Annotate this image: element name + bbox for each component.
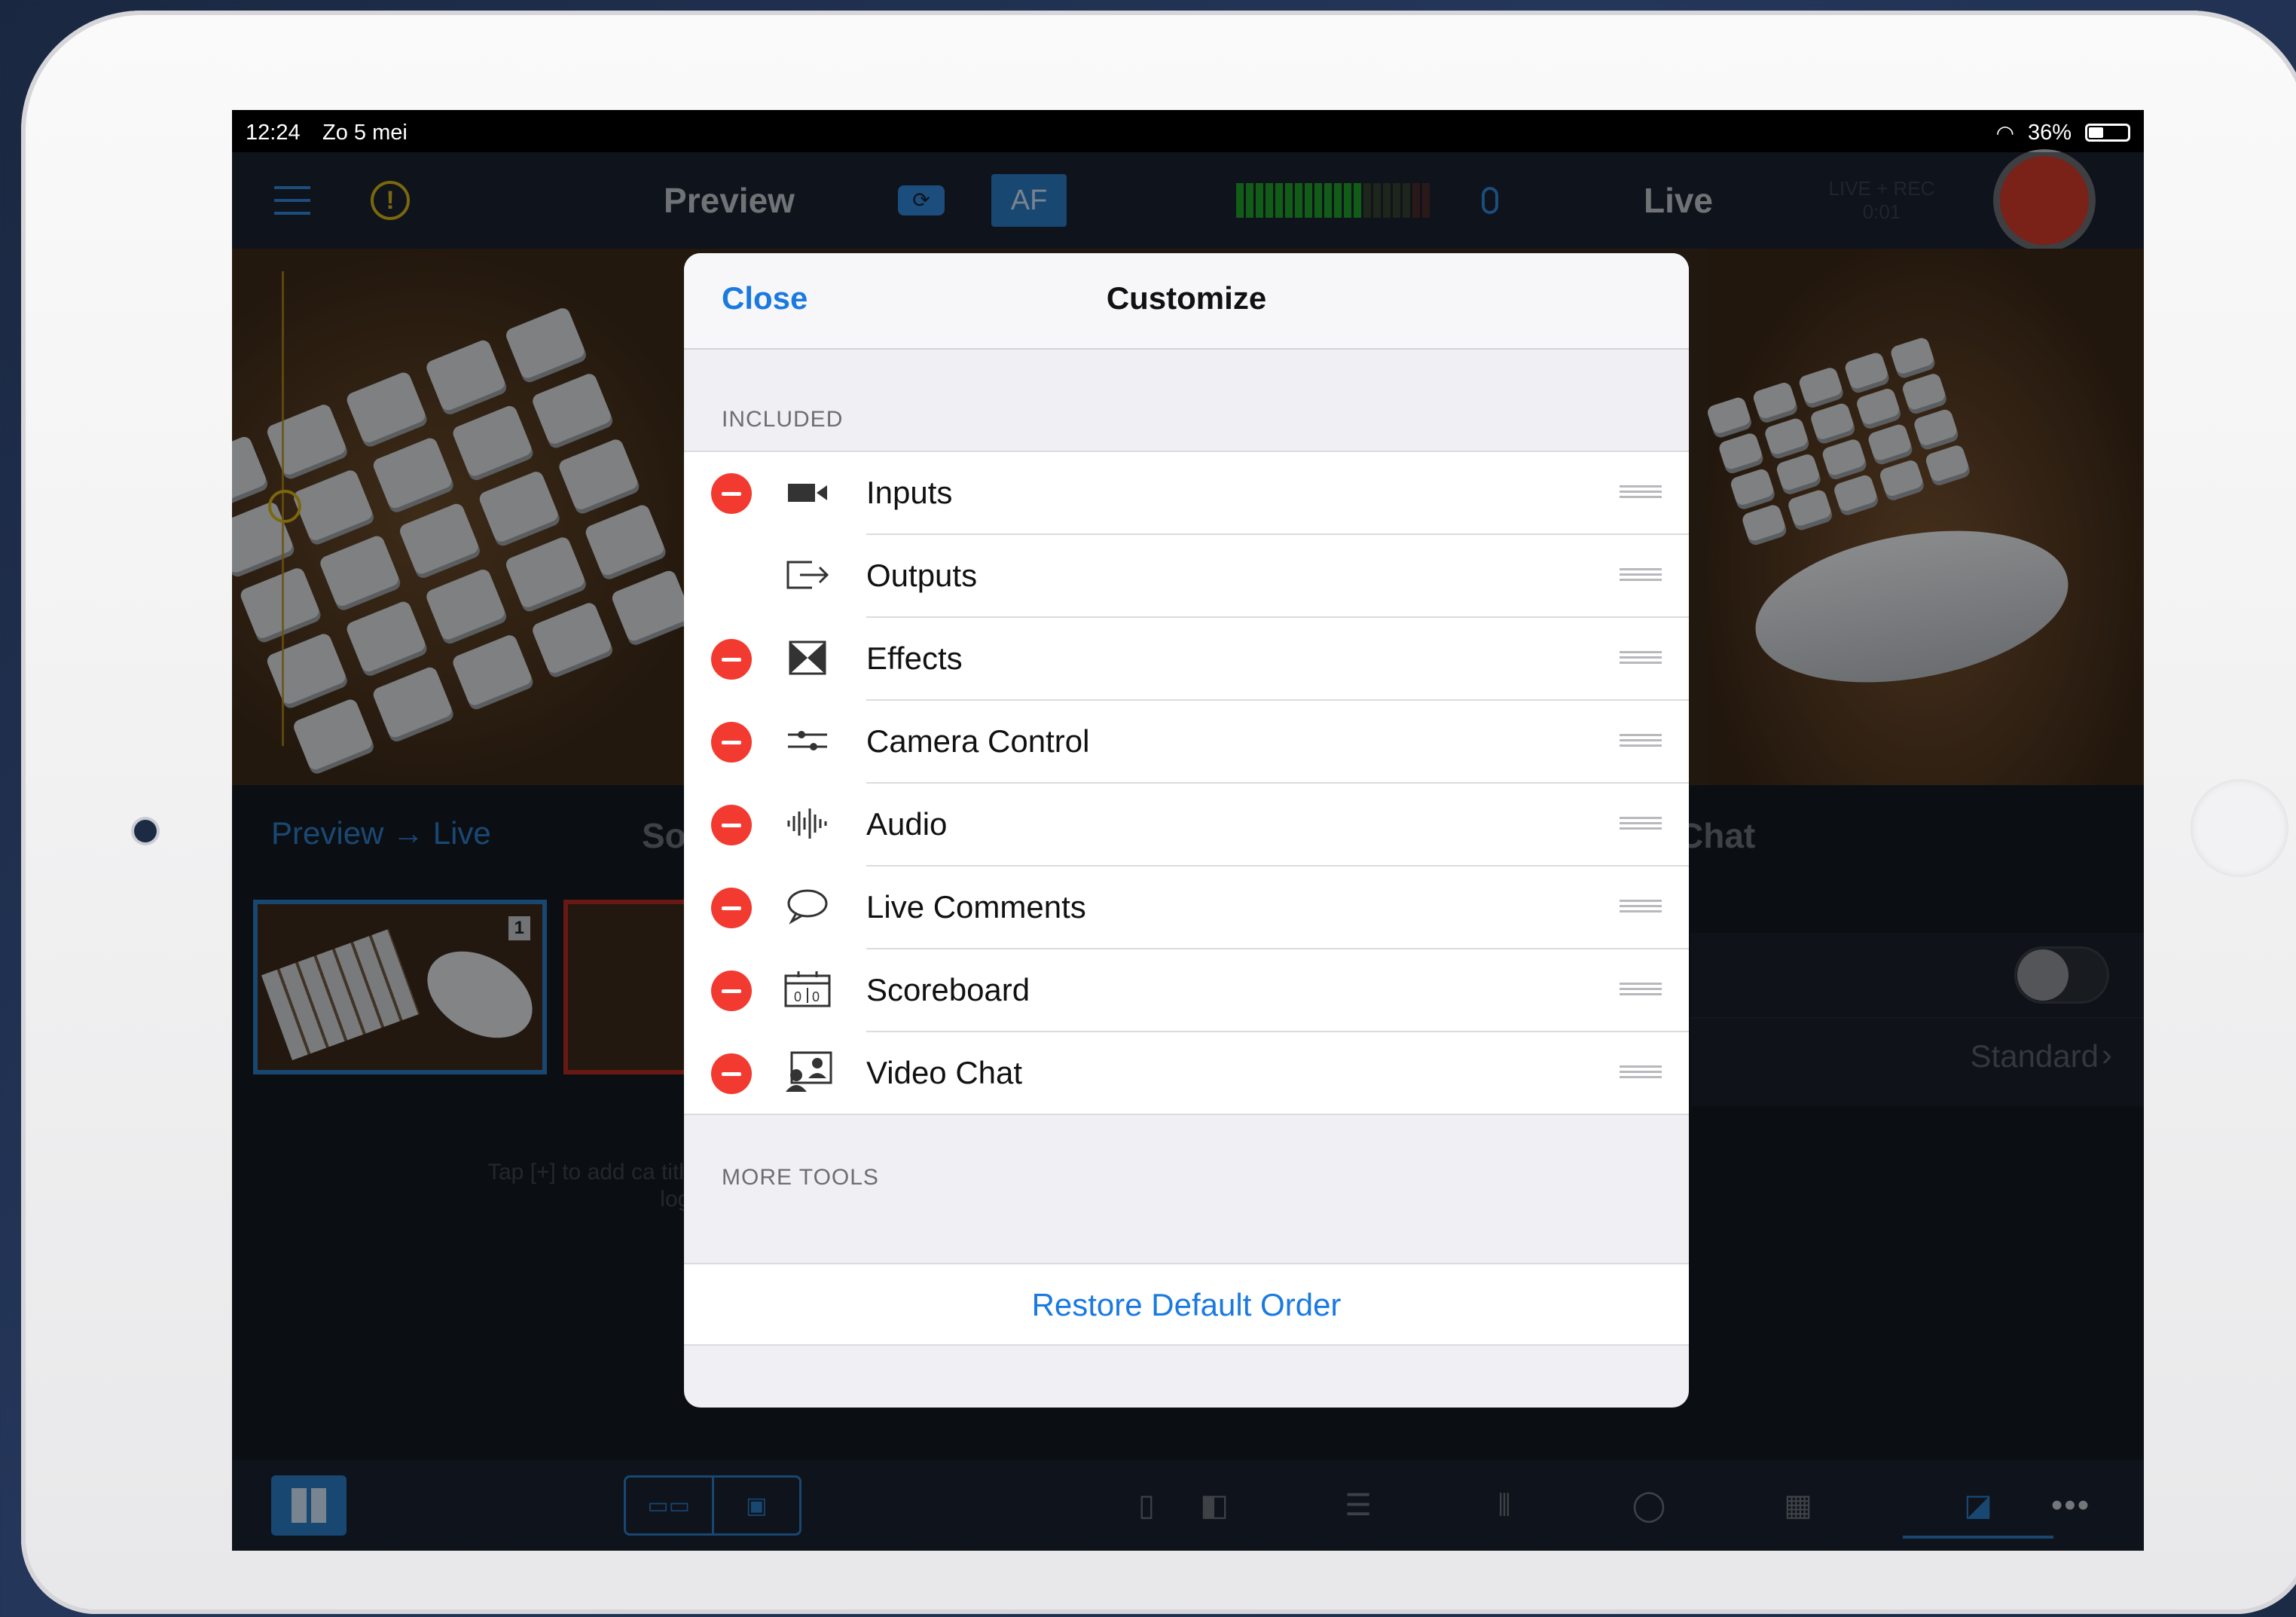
remove-icon[interactable]: [711, 473, 752, 514]
status-time: 12:24: [246, 121, 301, 145]
tool-label: Camera Control: [866, 723, 1090, 759]
tool-row-camera-control[interactable]: Camera Control: [711, 701, 1689, 784]
modal-header: Close Customize: [684, 253, 1689, 350]
output-arrow-icon: [782, 553, 833, 597]
tool-label: Audio: [866, 806, 948, 842]
battery-level-fill: [2089, 127, 2104, 138]
restore-row: Restore Default Order: [684, 1263, 1689, 1346]
tool-row-scoreboard[interactable]: 0 0 Scoreboard: [711, 949, 1689, 1032]
tool-label: Outputs: [866, 558, 978, 593]
tool-row-live-comments[interactable]: Live Comments: [711, 867, 1689, 949]
front-camera: [134, 820, 157, 842]
reorder-handle-icon[interactable]: [1620, 900, 1662, 915]
video-camera-icon: [782, 470, 833, 514]
battery-percent: 36%: [2027, 121, 2072, 145]
reorder-handle-icon[interactable]: [1620, 568, 1662, 583]
remove-icon[interactable]: [711, 971, 752, 1011]
tool-label: Scoreboard: [866, 972, 1030, 1007]
ipad-frame: 12:24 Zo 5 mei ◠ 36% ! Preview ⟳ AF Live…: [21, 11, 2296, 1614]
customize-modal: Close Customize INCLUDED Inputs Outputs Ef…: [684, 253, 1689, 1408]
status-bar: 12:24 Zo 5 mei ◠ 36%: [232, 110, 2144, 152]
tool-label: Live Comments: [866, 889, 1086, 925]
remove-icon[interactable]: [711, 1053, 752, 1094]
tool-label: Effects: [866, 640, 963, 676]
tool-row-audio[interactable]: Audio: [711, 784, 1689, 867]
video-chat-icon: [782, 1050, 833, 1094]
tool-row-outputs[interactable]: Outputs: [786, 535, 1689, 618]
tool-row-video-chat[interactable]: Video Chat: [711, 1032, 1689, 1114]
svg-text:0: 0: [794, 989, 801, 1004]
tool-row-effects[interactable]: Effects: [711, 618, 1689, 701]
battery-icon: [2085, 124, 2130, 142]
reorder-handle-icon[interactable]: [1620, 983, 1662, 998]
svg-text:0: 0: [812, 989, 820, 1004]
sliders-icon: [782, 719, 833, 763]
included-section-label: INCLUDED: [722, 407, 844, 432]
included-list: Inputs Outputs Effects Camera Control Audio L…: [684, 451, 1689, 1115]
tool-label: Video Chat: [866, 1055, 1023, 1090]
status-date: Zo 5 mei: [322, 121, 408, 145]
screen: 12:24 Zo 5 mei ◠ 36% ! Preview ⟳ AF Live…: [232, 110, 2144, 1551]
remove-icon[interactable]: [711, 888, 752, 928]
reorder-handle-icon[interactable]: [1620, 817, 1662, 832]
reorder-handle-icon[interactable]: [1620, 651, 1662, 666]
effects-icon: [782, 636, 833, 680]
speech-bubble-icon: [782, 885, 833, 928]
reorder-handle-icon[interactable]: [1620, 1065, 1662, 1081]
restore-default-order-button[interactable]: Restore Default Order: [684, 1287, 1689, 1323]
wifi-icon: ◠: [1995, 121, 2014, 145]
tool-label: Inputs: [866, 475, 953, 510]
reorder-handle-icon[interactable]: [1620, 734, 1662, 749]
remove-icon[interactable]: [711, 639, 752, 680]
scoreboard-icon: 00: [782, 967, 833, 1011]
home-button[interactable]: [2191, 779, 2288, 877]
tool-row-inputs[interactable]: Inputs: [711, 452, 1689, 535]
remove-icon[interactable]: [711, 722, 752, 763]
remove-icon[interactable]: [711, 805, 752, 845]
more-tools-section-label: MORE TOOLS: [722, 1165, 879, 1190]
modal-title: Customize: [1106, 280, 1267, 316]
audio-waveform-icon: [782, 802, 833, 845]
reorder-handle-icon[interactable]: [1620, 485, 1662, 500]
